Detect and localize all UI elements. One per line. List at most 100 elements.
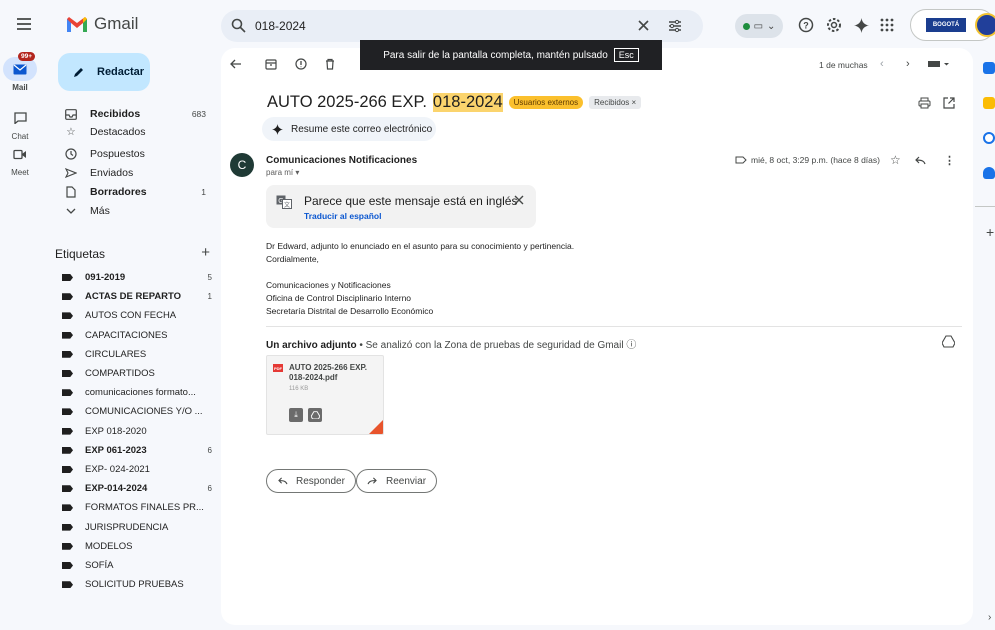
older-chevron-icon[interactable]: ›: [906, 58, 910, 70]
search-icon[interactable]: [231, 18, 246, 33]
keep-icon[interactable]: [983, 97, 995, 109]
translate-link[interactable]: Traducir al español: [304, 211, 381, 221]
nav-item-snoozed[interactable]: Pospuestos: [48, 145, 216, 163]
label-name: SOFÍA: [85, 560, 114, 571]
rail-meet[interactable]: Meet: [0, 142, 40, 177]
label-count: 5: [207, 273, 212, 282]
signature-line: Oficina de Control Disciplinario Interno: [266, 293, 412, 303]
search-input[interactable]: 018-2024: [255, 19, 306, 33]
nav-item-starred[interactable]: ☆ Destacados: [48, 123, 216, 141]
help-icon[interactable]: ?: [797, 16, 815, 34]
label-item[interactable]: COMUNICACIONES Y/O ...: [62, 402, 212, 421]
organization-badge: BOGOTÁ: [925, 17, 967, 33]
settings-gear-icon[interactable]: [825, 16, 843, 34]
save-to-drive-icon[interactable]: [308, 408, 322, 422]
pencil-icon: [72, 66, 85, 79]
label-item[interactable]: EXP 061-2023 6: [62, 441, 212, 460]
search-options-icon[interactable]: [667, 18, 683, 34]
get-addons-icon[interactable]: +: [986, 224, 994, 240]
sender-avatar[interactable]: C: [230, 153, 254, 177]
label-tag-icon: [62, 466, 73, 473]
compose-button[interactable]: Redactar: [58, 53, 150, 91]
close-icon[interactable]: [514, 195, 524, 205]
forward-button[interactable]: Reenviar: [356, 469, 438, 493]
mail-icon: 99+: [3, 52, 37, 81]
label-item[interactable]: CAPACITACIONES: [62, 326, 212, 345]
search-bar[interactable]: 018-2024: [221, 10, 703, 42]
delete-icon[interactable]: [323, 57, 337, 71]
label-name: EXP-014-2024: [85, 483, 148, 495]
rail-mail[interactable]: 99+ Mail: [0, 52, 40, 92]
signature-line: Secretaría Distrital de Desarrollo Econó…: [266, 306, 434, 316]
label-item[interactable]: SOLICITUD PRUEBAS: [62, 575, 212, 594]
label-name: SOLICITUD PRUEBAS: [85, 579, 184, 591]
summarize-email-button[interactable]: Resume este correo electrónico: [262, 117, 436, 141]
star-icon[interactable]: ☆: [890, 153, 901, 167]
sender-name[interactable]: Comunicaciones Notificaciones: [266, 155, 417, 166]
label-item[interactable]: FORMATOS FINALES PR...: [62, 498, 212, 517]
label-item[interactable]: EXP- 024-2021: [62, 460, 212, 479]
back-arrow-icon[interactable]: [229, 57, 243, 71]
label-item[interactable]: ACTAS DE REPARTO 1: [62, 287, 212, 306]
label-item[interactable]: 091-2019 5: [62, 268, 212, 287]
archive-icon[interactable]: [264, 57, 278, 71]
reply-button[interactable]: Responder: [266, 469, 356, 493]
calendar-icon[interactable]: [983, 62, 995, 74]
nav-item-sent[interactable]: Enviados: [48, 164, 216, 182]
label-name: CAPACITACIONES: [85, 329, 168, 341]
nav-item-drafts[interactable]: Borradores 1: [48, 183, 216, 201]
more-options-icon[interactable]: ⋮: [944, 154, 955, 167]
side-panel-toggle-icon[interactable]: ›: [988, 612, 991, 623]
newer-chevron-icon[interactable]: ‹: [880, 58, 884, 70]
fullscreen-toast: Para salir de la pantalla completa, mant…: [360, 40, 662, 70]
rail-chat[interactable]: Chat: [0, 106, 40, 141]
status-active-dot: [742, 22, 750, 30]
reply-icon[interactable]: [914, 156, 926, 165]
attachment-card[interactable]: PDF AUTO 2025-266 EXP. 018-2024.pdf 116 …: [266, 355, 384, 435]
gmail-logo[interactable]: Gmail: [66, 14, 138, 34]
email-date: mié, 8 oct, 3:29 p.m. (hace 8 días): [735, 155, 880, 165]
inbox-label-chip[interactable]: Recibidos ×: [589, 96, 642, 109]
label-item[interactable]: COMPARTIDOS: [62, 364, 212, 383]
download-icon[interactable]: ⤓: [289, 408, 303, 422]
label-name: COMPARTIDOS: [85, 368, 155, 379]
label-item[interactable]: JURISPRUDENCIA: [62, 518, 212, 537]
video-icon: [3, 142, 37, 166]
inbox-icon: [62, 108, 80, 120]
label-tag-icon: [62, 370, 73, 377]
rail-mail-label: Mail: [12, 83, 28, 92]
open-new-window-icon[interactable]: [943, 97, 955, 109]
side-panel-divider: [975, 206, 995, 207]
label-item[interactable]: CIRCULARES: [62, 345, 212, 364]
nav-label: Destacados: [90, 126, 146, 138]
clear-search-icon[interactable]: [637, 19, 650, 32]
label-item[interactable]: comunicaciones formato...: [62, 383, 212, 402]
label-item[interactable]: MODELOS: [62, 537, 212, 556]
label-tag-icon: [62, 581, 73, 589]
label-item[interactable]: EXP 018-2020: [62, 422, 212, 441]
label-item[interactable]: SOFÍA: [62, 556, 212, 575]
apps-grid-icon[interactable]: [878, 16, 896, 34]
recipient-details[interactable]: para mí ▾: [266, 168, 299, 177]
label-tag-icon: [62, 427, 73, 435]
input-tools-icon[interactable]: [928, 60, 950, 68]
label-item[interactable]: AUTOS CON FECHA: [62, 306, 212, 325]
add-label-icon[interactable]: +: [201, 245, 210, 261]
user-avatar[interactable]: [975, 13, 995, 37]
main-menu-icon[interactable]: [14, 14, 34, 34]
tasks-icon[interactable]: [983, 132, 995, 144]
contacts-icon[interactable]: [983, 167, 995, 179]
label-item[interactable]: EXP-014-2024 6: [62, 479, 212, 498]
nav-item-inbox[interactable]: Recibidos 683: [48, 105, 216, 123]
nav-item-more[interactable]: Más: [48, 202, 216, 220]
report-spam-icon[interactable]: [294, 57, 308, 71]
label-name: CIRCULARES: [85, 348, 147, 360]
gemini-sparkle-icon[interactable]: [852, 16, 870, 34]
gemini-sparkle-icon: [272, 123, 283, 135]
external-users-chip: Usuarios externos: [508, 96, 584, 109]
label-tag-icon: [62, 389, 73, 397]
print-icon[interactable]: [918, 97, 931, 109]
account-switcher[interactable]: BOGOTÁ: [910, 9, 995, 41]
add-to-drive-icon[interactable]: [942, 335, 955, 348]
status-selector[interactable]: ▭ ⌄: [735, 14, 783, 38]
